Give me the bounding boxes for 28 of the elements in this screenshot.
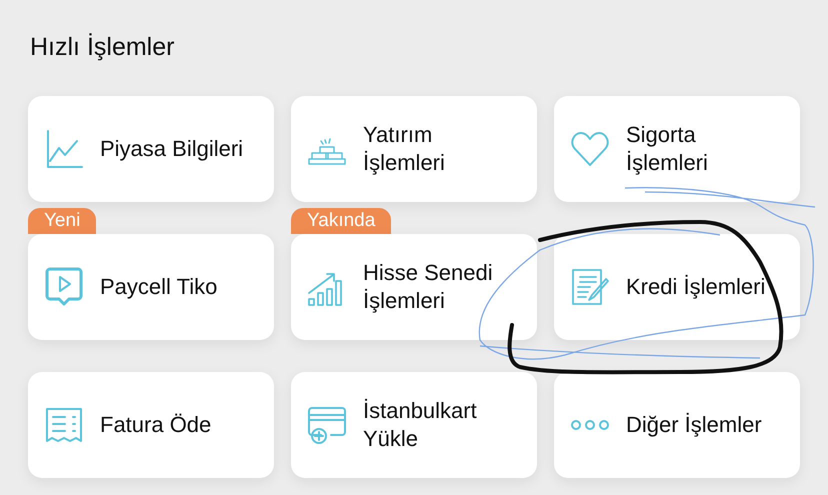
quick-action-card[interactable]: İstanbulkart Yükle	[291, 372, 537, 478]
quick-action-card[interactable]: Piyasa Bilgileri	[28, 96, 274, 202]
card-label: Fatura Öde	[100, 411, 212, 439]
card-label: Yatırım İşlemleri	[363, 121, 445, 177]
card-add-icon	[307, 405, 347, 445]
heart-icon	[570, 129, 610, 169]
more-dots-icon	[570, 418, 610, 432]
card-label: Hisse Senedi İşlemleri	[363, 259, 493, 315]
card-label: Diğer İşlemler	[626, 411, 762, 439]
status-badge: Yeni	[28, 208, 96, 234]
document-pen-icon	[570, 267, 610, 307]
card-label: Paycell Tiko	[100, 273, 218, 301]
line-chart-icon	[44, 129, 84, 169]
card-label: Sigorta İşlemleri	[626, 121, 708, 177]
quick-action-card[interactable]: Hisse Senedi İşlemleri	[291, 234, 537, 340]
quick-action-card[interactable]: Sigorta İşlemleri	[554, 96, 800, 202]
quick-action-card[interactable]: Paycell Tiko	[28, 234, 274, 340]
card-label: İstanbulkart Yükle	[363, 397, 477, 453]
section-title: Hızlı İşlemler	[29, 32, 174, 63]
receipt-icon	[44, 405, 84, 445]
quick-action-card[interactable]: Fatura Öde	[28, 372, 274, 478]
quick-action-card[interactable]: Kredi İşlemleri	[554, 234, 800, 340]
quick-action-card[interactable]: Yatırım İşlemleri	[291, 96, 537, 202]
card-label: Kredi İşlemleri	[626, 273, 766, 301]
video-bubble-icon	[44, 266, 84, 308]
quick-action-card[interactable]: Diğer İşlemler	[554, 372, 800, 478]
status-badge: Yakında	[291, 208, 392, 234]
card-label: Piyasa Bilgileri	[100, 135, 244, 163]
